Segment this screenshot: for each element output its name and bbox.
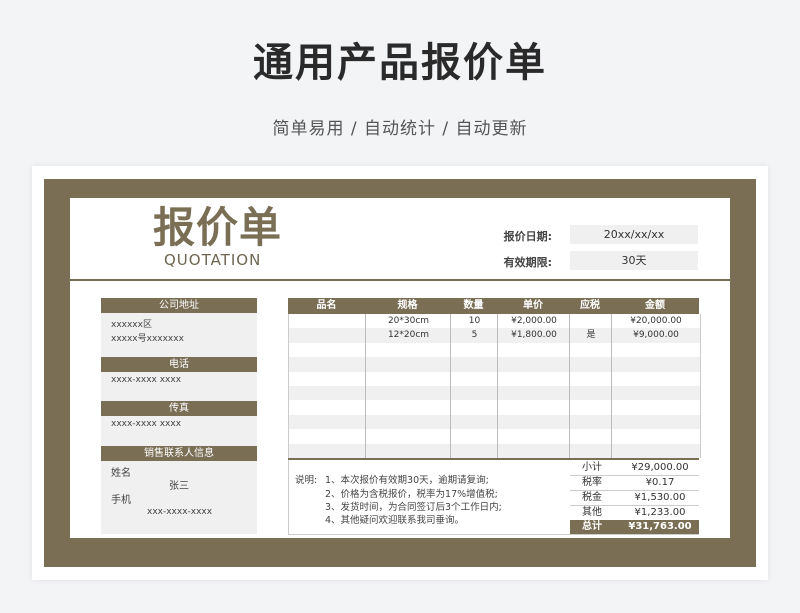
- contact-header: 销售联系人信息: [101, 446, 257, 461]
- summary-tax-rate: 税率 ¥0.17: [570, 475, 699, 491]
- valid-field[interactable]: 30天: [570, 251, 698, 270]
- total-value[interactable]: ¥31,763.00: [625, 520, 695, 534]
- date-label: 报价日期:: [503, 230, 552, 243]
- phone-value[interactable]: xxxx-xxxx xxxx: [111, 375, 181, 385]
- other-label: 其他: [582, 507, 602, 518]
- quotation-title: 报价单: [153, 203, 283, 252]
- name-value[interactable]: 张三: [169, 477, 189, 492]
- table-row: [289, 372, 700, 386]
- cell-spec[interactable]: 12*20cm: [366, 328, 451, 342]
- fax-body: xxxx-xxxx xxxx: [101, 416, 257, 446]
- table-row: [289, 400, 700, 414]
- summary-tax: 税金 ¥1,530.00: [570, 490, 699, 506]
- note-item: 4、其他疑问欢迎联系我司垂询。: [325, 515, 465, 526]
- table-row: [289, 343, 700, 357]
- header-divider: [70, 279, 730, 281]
- col-header-qty: 数量: [463, 300, 484, 311]
- cell-price[interactable]: ¥1,800.00: [498, 328, 570, 342]
- date-field[interactable]: 20xx/xx/xx: [570, 225, 698, 244]
- product-table: 20*30cm 10 ¥2,000.00 ¥20,000.00 12*20cm …: [288, 314, 701, 458]
- col-header-spec: 规格: [397, 300, 418, 311]
- valid-label: 有效期限:: [503, 256, 552, 269]
- quotation-title-en: QUOTATION: [164, 251, 262, 269]
- subtotal-value[interactable]: ¥29,000.00: [625, 460, 695, 475]
- address-body: xxxxxx区 xxxxx号xxxxxxx: [101, 313, 257, 357]
- cell-spec[interactable]: 20*30cm: [366, 314, 451, 328]
- cell-taxable[interactable]: [570, 314, 612, 328]
- cell-qty[interactable]: 5: [451, 328, 498, 342]
- cell-price[interactable]: ¥2,000.00: [498, 314, 570, 328]
- cell-amount[interactable]: ¥20,000.00: [612, 314, 700, 328]
- mobile-label: 手机: [111, 495, 131, 506]
- mobile-value[interactable]: xxx-xxxx-xxxx: [147, 507, 212, 517]
- note-item: 1、本次报价有效期30天，逾期请复询;: [325, 475, 489, 486]
- table-row: [289, 357, 700, 372]
- table-row: [289, 443, 700, 458]
- cell-taxable[interactable]: 是: [570, 328, 612, 342]
- phone-body: xxxx-xxxx xxxx: [101, 372, 257, 401]
- fax-value[interactable]: xxxx-xxxx xxxx: [111, 419, 181, 429]
- col-header-price: 单价: [523, 300, 543, 311]
- col-header-name: 品名: [316, 300, 337, 311]
- tax-label: 税金: [582, 492, 602, 503]
- table-row: [289, 414, 700, 430]
- note-item: 3、发货时间，为合同签订后3个工作日内;: [325, 502, 502, 513]
- summary-total: 总计 ¥31,763.00: [570, 520, 699, 535]
- product-table-header: 品名 规格 数量 单价 应税 金额: [288, 298, 699, 314]
- notes-box: 说明: 1、本次报价有效期30天，逾期请复询; 2、价格为含税报价，税率为17%…: [288, 460, 571, 535]
- table-row: [289, 429, 700, 443]
- notes-label: 说明:: [295, 475, 318, 486]
- total-label: 总计: [582, 521, 602, 532]
- summary-other: 其他 ¥1,233.00: [570, 505, 699, 521]
- note-item: 2、价格为含税报价，税率为17%增值税;: [325, 489, 498, 500]
- page-title: 通用产品报价单: [253, 40, 547, 86]
- name-label: 姓名: [111, 468, 131, 479]
- phone-header: 电话: [101, 357, 257, 372]
- table-row: [289, 386, 700, 401]
- subtotal-label: 小计: [582, 462, 602, 473]
- col-header-amount: 金额: [645, 300, 665, 311]
- cell-qty[interactable]: 10: [451, 314, 498, 328]
- address-line-1[interactable]: xxxxxx区: [111, 317, 152, 330]
- summary-subtotal: 小计 ¥29,000.00: [570, 460, 699, 476]
- fax-header: 传真: [101, 401, 257, 416]
- address-line-2[interactable]: xxxxx号xxxxxxx: [111, 331, 184, 344]
- tax-rate-label: 税率: [582, 477, 602, 488]
- contact-body: 姓名 张三 手机 xxx-xxxx-xxxx: [101, 461, 257, 534]
- tax-rate-value[interactable]: ¥0.17: [625, 475, 695, 490]
- other-value[interactable]: ¥1,233.00: [625, 505, 695, 520]
- col-header-taxable: 应税: [580, 300, 600, 311]
- cell-amount[interactable]: ¥9,000.00: [612, 328, 700, 342]
- tax-value[interactable]: ¥1,530.00: [625, 490, 695, 505]
- address-header: 公司地址: [101, 298, 257, 313]
- page-subtitle: 简单易用 / 自动统计 / 自动更新: [272, 119, 528, 139]
